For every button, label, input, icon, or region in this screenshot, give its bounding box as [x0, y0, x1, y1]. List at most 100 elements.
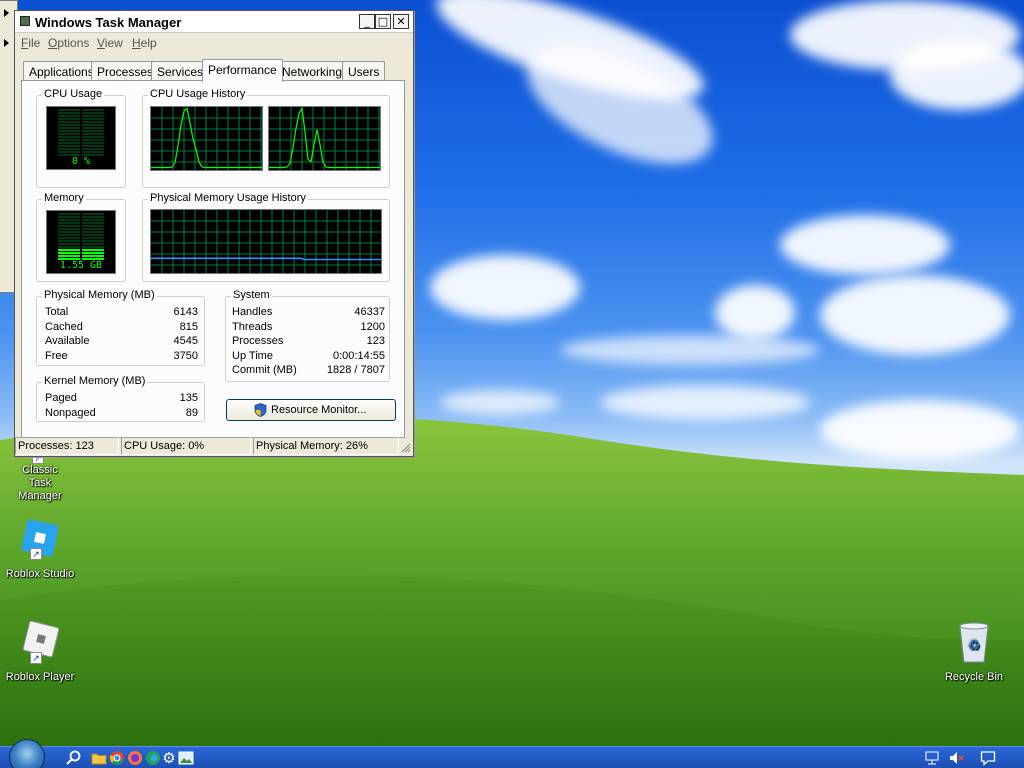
tab-performance[interactable]: Performance [202, 59, 283, 82]
menu-file[interactable]: File [21, 36, 40, 50]
tab-networking[interactable]: Networking [276, 61, 349, 81]
memory-meter-bars [58, 213, 104, 260]
meter-segment [58, 148, 80, 150]
stat-cached: Cached 815 [45, 321, 198, 333]
meter-segment [58, 237, 80, 239]
meter-segment [82, 231, 104, 233]
meter-segment [58, 249, 80, 251]
status-bar: Processes: 123 CPU Usage: 0% Physical Me… [15, 435, 413, 456]
menu-help[interactable]: Help [132, 36, 157, 50]
photos-icon[interactable] [178, 750, 194, 766]
group-label: System [231, 289, 272, 301]
group-label: CPU Usage [42, 88, 105, 100]
expand-arrow-icon[interactable] [4, 39, 9, 47]
meter-segment [82, 225, 104, 227]
search-icon[interactable] [65, 750, 81, 766]
tab-services[interactable]: Services [151, 61, 210, 81]
gear-icon[interactable]: ⚙ [161, 750, 177, 766]
cpu-history-chart [151, 107, 262, 170]
meter-segment [82, 249, 104, 251]
meter-segment [58, 222, 80, 224]
stat-up-time: Up Time 0:00:14:55 [232, 350, 385, 362]
meter-segment [82, 130, 104, 132]
meter-segment [58, 219, 80, 221]
meter-segment [82, 148, 104, 150]
tab-users[interactable]: Users [342, 61, 386, 81]
tab-processes[interactable]: Processes [91, 61, 160, 81]
group-label: Physical Memory (MB) [42, 289, 157, 301]
tab-applications[interactable]: Applications [23, 61, 100, 81]
meter-segment [58, 240, 80, 242]
memory-meter: 1.55 GB [46, 210, 116, 274]
minimize-button[interactable]: _ [359, 14, 375, 29]
shortcut-arrow-icon: ↗ [30, 652, 42, 664]
group-label: Kernel Memory (MB) [42, 375, 148, 387]
chrome-icon[interactable] [109, 750, 125, 766]
desktop-icon-label: Classic Task Manager [18, 464, 62, 502]
meter-segment [58, 142, 80, 144]
meter-segment [82, 246, 104, 248]
menu-options[interactable]: Options [48, 36, 89, 50]
meter-segment [82, 142, 104, 144]
meter-segment [58, 225, 80, 227]
memory-history-chart [151, 210, 381, 273]
expand-arrow-icon[interactable] [4, 9, 9, 17]
kernel-memory-group: Kernel Memory (MB) Paged 135 Nonpaged 89 [36, 375, 205, 422]
tab-strip: Applications Processes Services Performa… [21, 59, 411, 82]
menu-bar: File Options View Help [15, 33, 413, 53]
meter-segment [82, 222, 104, 224]
desktop-icon-roblox-player[interactable]: ↗ Roblox Player [0, 620, 80, 683]
stat-nonpaged: Nonpaged 89 [45, 407, 198, 419]
memory-history-graph [150, 209, 382, 274]
meter-segment [58, 151, 80, 153]
meter-segment [82, 252, 104, 254]
status-cpu-usage: CPU Usage: 0% [121, 437, 251, 455]
network-icon[interactable] [924, 750, 940, 766]
meter-segment [82, 237, 104, 239]
desktop-icon-recycle-bin[interactable]: ♻ Recycle Bin [934, 620, 1014, 683]
edge-icon[interactable] [145, 750, 161, 766]
status-processes: Processes: 123 [15, 437, 119, 455]
meter-segment [82, 115, 104, 117]
meter-segment [58, 216, 80, 218]
desktop-icon-label: Roblox Player [5, 671, 75, 683]
stat-paged: Paged 135 [45, 392, 198, 404]
meter-segment [58, 231, 80, 233]
status-physical-memory: Physical Memory: 26% [253, 437, 399, 455]
meter-segment [58, 124, 80, 126]
cpu-usage-group: CPU Usage 0 % [36, 88, 126, 188]
maximize-button[interactable]: □ [375, 14, 391, 29]
firefox-icon[interactable] [127, 750, 143, 766]
meter-segment [58, 252, 80, 254]
memory-history-group: Physical Memory Usage History [142, 192, 390, 282]
task-manager-window[interactable]: Windows Task Manager _ □ ✕ File Options … [14, 10, 414, 457]
meter-segment [82, 133, 104, 135]
stat-available: Available 4545 [45, 335, 198, 347]
start-button[interactable] [9, 739, 45, 768]
folder-icon[interactable] [91, 750, 107, 766]
task-manager-app-icon [20, 16, 30, 26]
resize-grip-icon[interactable] [401, 443, 411, 453]
desktop-icon-roblox-studio[interactable]: ↗ Roblox Studio [0, 518, 80, 580]
resource-monitor-button[interactable]: Resource Monitor... [226, 399, 396, 421]
close-button[interactable]: ✕ [393, 14, 409, 29]
group-label: Memory [42, 192, 86, 204]
meter-segment [58, 109, 80, 111]
group-label: Physical Memory Usage History [148, 192, 308, 204]
uac-shield-icon [254, 403, 267, 417]
meter-segment [82, 240, 104, 242]
roblox-studio-icon: ↗ [18, 518, 62, 562]
meter-segment [58, 213, 80, 215]
cpu-history-graph-core-0 [150, 106, 263, 171]
resource-monitor-label: Resource Monitor... [271, 404, 367, 416]
cpu-meter-bars [58, 109, 104, 156]
meter-segment [82, 145, 104, 147]
meter-segment [58, 112, 80, 114]
meter-segment [58, 139, 80, 141]
meter-segment [82, 136, 104, 138]
notification-icon[interactable] [980, 750, 996, 766]
menu-view[interactable]: View [97, 36, 123, 50]
title-bar[interactable]: Windows Task Manager _ □ ✕ [15, 11, 413, 33]
group-label: CPU Usage History [148, 88, 248, 100]
volume-muted-icon[interactable] [948, 750, 964, 766]
